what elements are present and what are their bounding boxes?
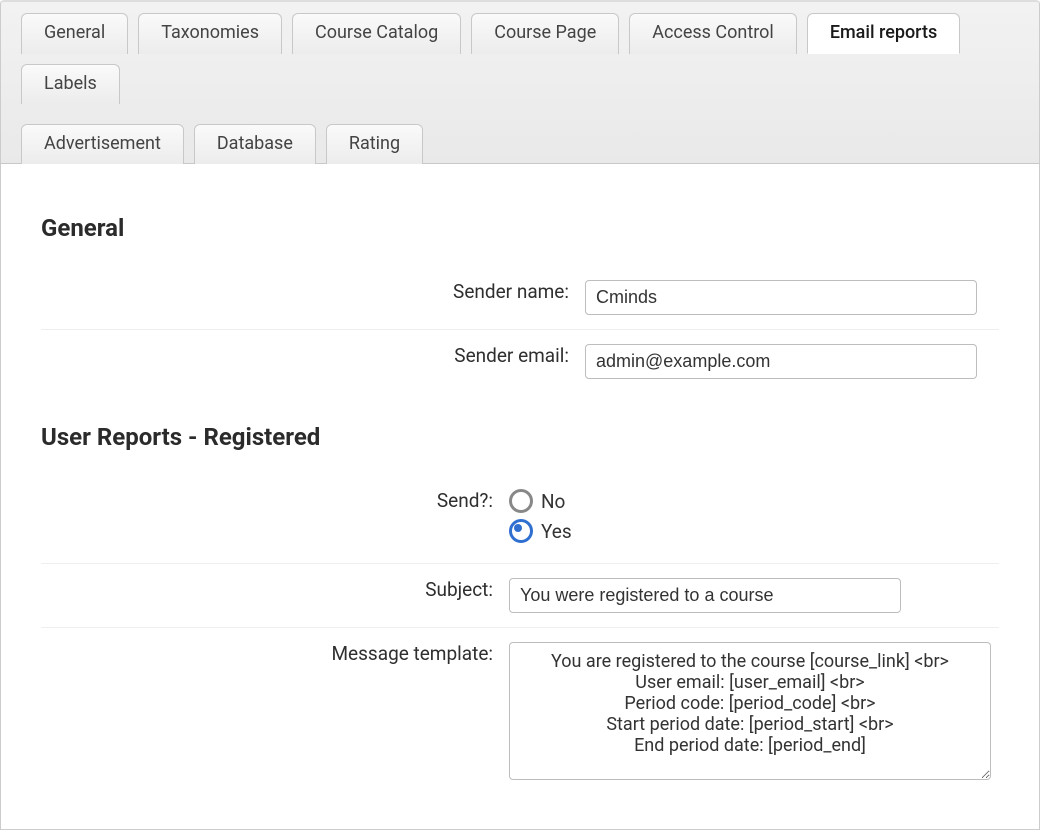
sender-name-input[interactable] — [585, 280, 977, 315]
template-label: Message template: — [41, 628, 501, 800]
tab-access-control[interactable]: Access Control — [629, 13, 797, 54]
send-radio-no-label: No — [541, 490, 565, 513]
sender-name-label: Sender name: — [41, 266, 577, 330]
general-form: Sender name: Sender email: — [41, 266, 999, 393]
user-reports-form: Send?: No Yes Subject: — [41, 475, 999, 799]
tab-content: General Sender name: Sender email: User … — [1, 164, 1039, 829]
tab-advertisement[interactable]: Advertisement — [21, 124, 184, 164]
tab-taxonomies[interactable]: Taxonomies — [138, 13, 282, 54]
tab-email-reports[interactable]: Email reports — [807, 13, 960, 54]
subject-label: Subject: — [41, 564, 501, 628]
tab-course-catalog[interactable]: Course Catalog — [292, 13, 461, 54]
tab-general[interactable]: General — [21, 13, 128, 54]
tab-labels[interactable]: Labels — [21, 64, 120, 104]
settings-panel: General Taxonomies Course Catalog Course… — [0, 0, 1040, 830]
tab-rating[interactable]: Rating — [326, 124, 423, 164]
tab-bar: General Taxonomies Course Catalog Course… — [1, 2, 1039, 164]
send-radio-yes-label: Yes — [541, 520, 572, 543]
template-textarea[interactable] — [509, 642, 991, 780]
send-radio-yes[interactable] — [509, 519, 533, 543]
tab-course-page[interactable]: Course Page — [471, 13, 619, 54]
send-label: Send?: — [41, 475, 501, 564]
section-title-user-reports: User Reports - Registered — [41, 423, 999, 451]
section-title-general: General — [41, 214, 999, 242]
tab-database[interactable]: Database — [194, 124, 316, 164]
sender-email-label: Sender email: — [41, 330, 577, 394]
send-radio-no[interactable] — [509, 489, 533, 513]
sender-email-input[interactable] — [585, 344, 977, 379]
subject-input[interactable] — [509, 578, 901, 613]
